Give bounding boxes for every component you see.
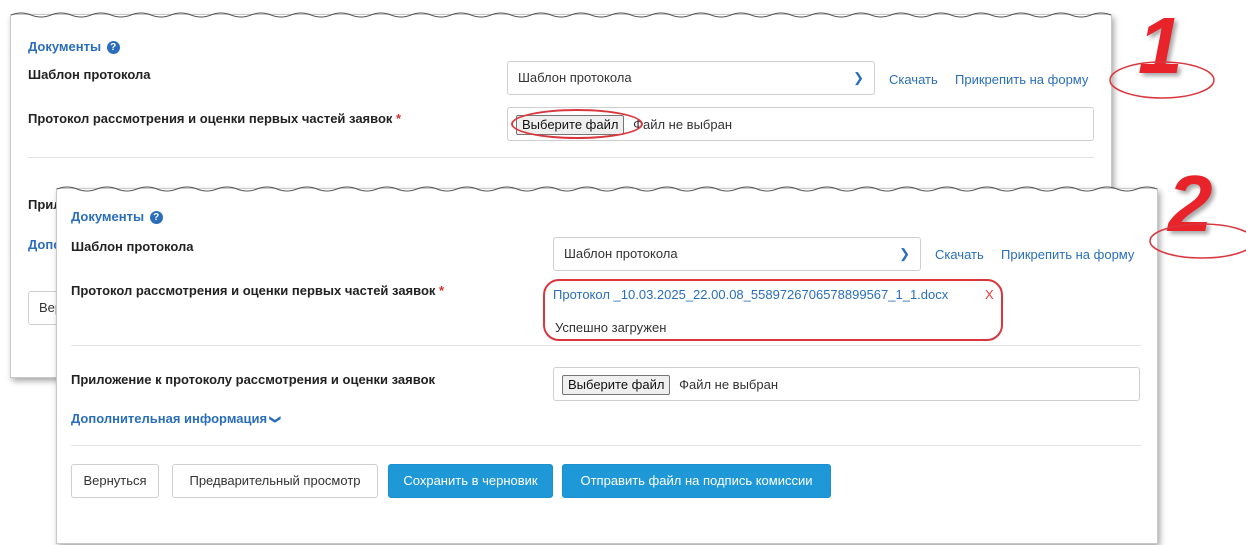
chevron-down-icon: ❯ xyxy=(268,414,281,425)
additional-info-toggle[interactable]: Дополнительная информация ❯ xyxy=(71,411,281,426)
documents-heading-text: Документы xyxy=(71,209,145,224)
template-select[interactable]: Шаблон протокола ❯ xyxy=(507,61,875,95)
protocol-label: Протокол рассмотрения и оценки первых ча… xyxy=(71,283,444,298)
help-icon[interactable]: ? xyxy=(149,211,163,224)
download-link[interactable]: Скачать xyxy=(935,247,984,262)
template-label: Шаблон протокола xyxy=(28,67,151,82)
required-mark: * xyxy=(396,111,402,126)
file-status: Файл не выбран xyxy=(679,376,779,392)
chevron-down-icon: ❯ xyxy=(899,246,910,261)
required-mark: * xyxy=(439,283,445,298)
protocol-label-text: Протокол рассмотрения и оценки первых ча… xyxy=(71,283,436,298)
appendix-file-input[interactable]: Выберите файл Файл не выбран xyxy=(553,367,1140,401)
callout-arc-1 xyxy=(1109,61,1215,99)
highlight-ellipse xyxy=(543,279,1003,341)
choose-file-button[interactable]: Выберите файл xyxy=(562,374,671,395)
template-label: Шаблон протокола xyxy=(71,239,194,254)
send-sign-button[interactable]: Отправить файл на подпись комиссии xyxy=(562,464,831,498)
screenshot-panel-2: Документы ? Шаблон протокола Шаблон прот… xyxy=(56,186,1158,544)
back-button[interactable]: Вернуться xyxy=(71,464,159,498)
callout-arc-2 xyxy=(1149,223,1246,259)
attach-link[interactable]: Прикрепить на форму xyxy=(955,72,1088,87)
divider xyxy=(28,157,1094,158)
template-select[interactable]: Шаблон протокола ❯ xyxy=(553,237,921,271)
documents-heading: Документы ? xyxy=(71,209,163,224)
divider xyxy=(71,445,1141,446)
chevron-down-icon: ❯ xyxy=(853,70,864,85)
documents-heading-text: Документы xyxy=(28,39,102,54)
documents-heading: Документы ? xyxy=(28,39,120,54)
additional-info-label: Дополнительная информация xyxy=(71,411,268,426)
divider xyxy=(71,345,1141,346)
protocol-label-text: Протокол рассмотрения и оценки первых ча… xyxy=(28,111,393,126)
template-select-value: Шаблон протокола xyxy=(518,70,632,85)
appendix-label: Приложение к протоколу рассмотрения и оц… xyxy=(71,372,436,387)
attach-link[interactable]: Прикрепить на форму xyxy=(1001,247,1134,262)
file-status: Файл не выбран xyxy=(633,116,733,132)
preview-button[interactable]: Предварительный просмотр xyxy=(172,464,378,498)
protocol-label: Протокол рассмотрения и оценки первых ча… xyxy=(28,111,401,126)
torn-edge xyxy=(11,12,1111,18)
download-link[interactable]: Скачать xyxy=(889,72,938,87)
torn-edge xyxy=(57,186,1157,192)
template-select-value: Шаблон протокола xyxy=(564,246,678,261)
help-icon[interactable]: ? xyxy=(106,41,120,54)
highlight-ellipse xyxy=(511,109,643,139)
save-draft-button[interactable]: Сохранить в черновик xyxy=(388,464,553,498)
